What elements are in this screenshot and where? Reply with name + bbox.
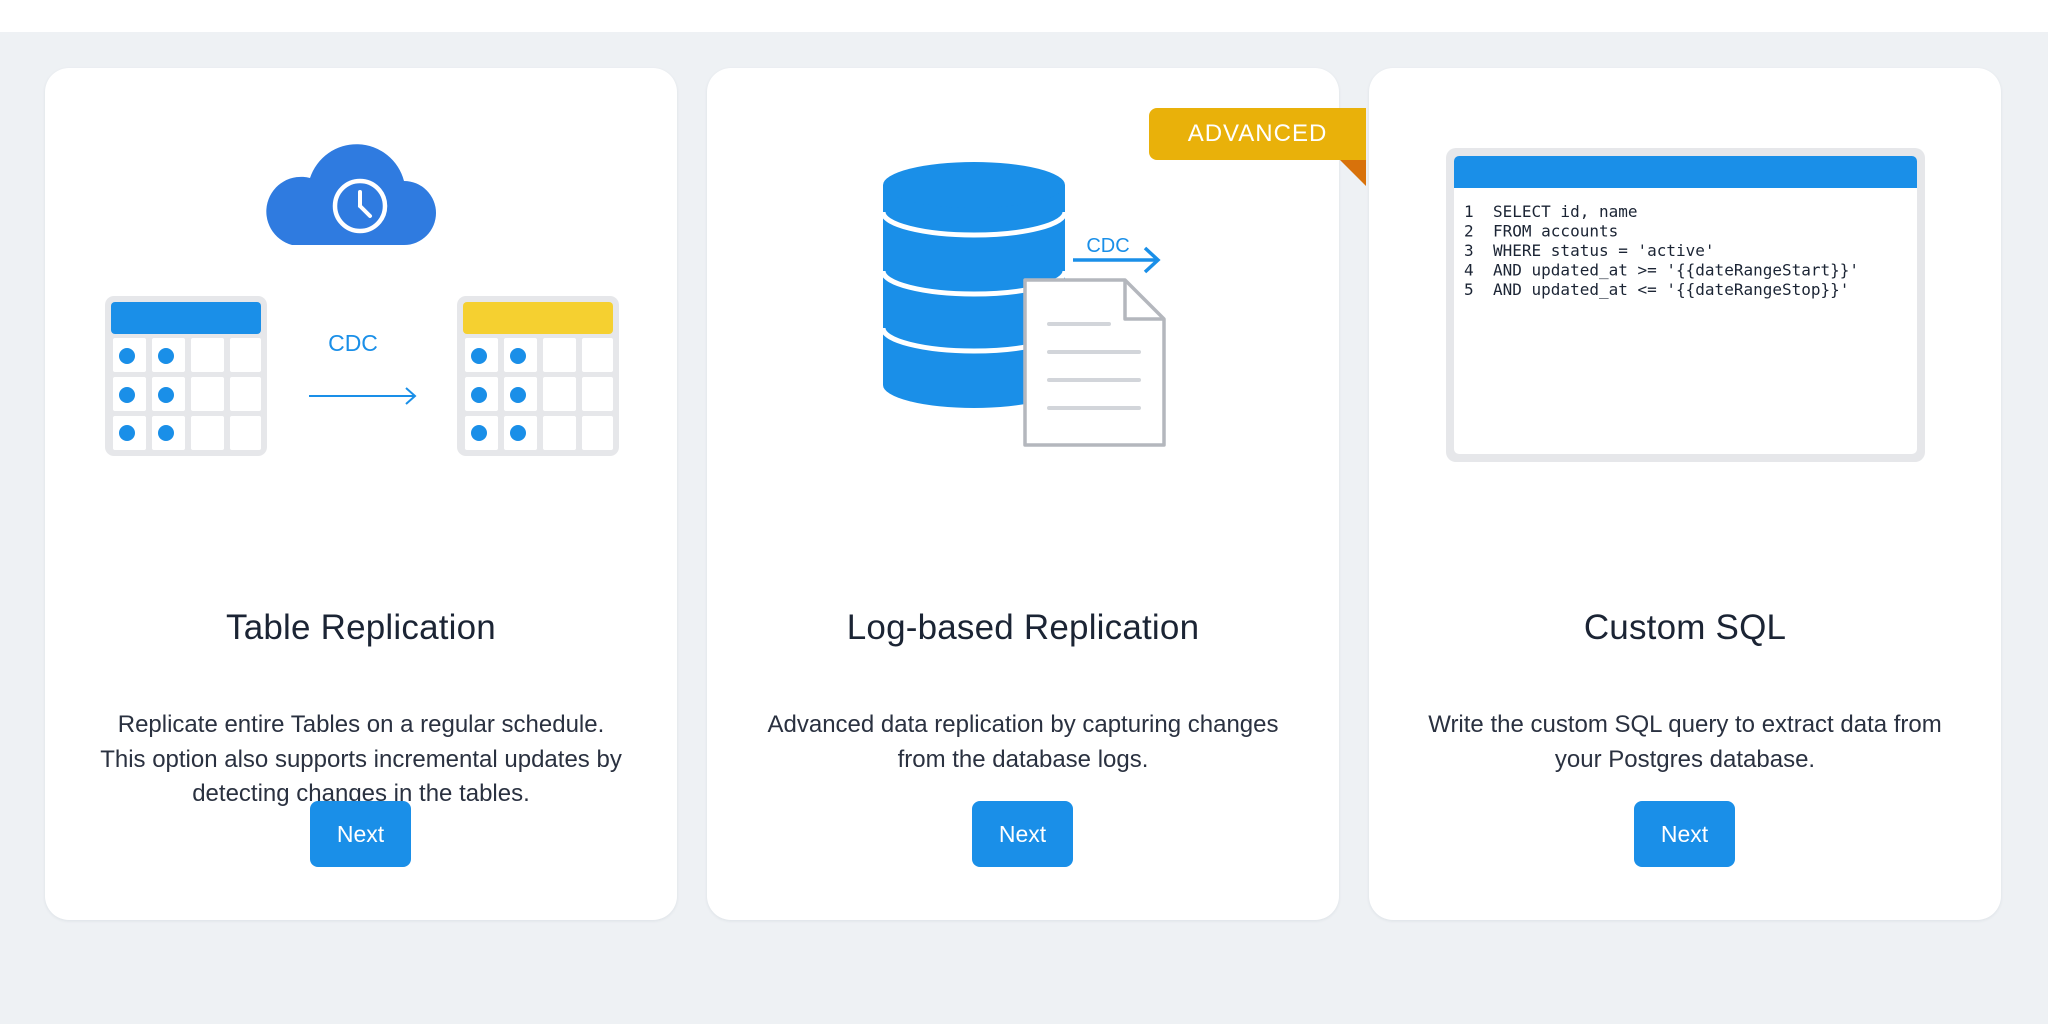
- document-icon: [1023, 278, 1166, 447]
- card-description: Write the custom SQL query to extract da…: [1428, 711, 1942, 773]
- custom-sql-card[interactable]: 1 SELECT id, name 2 FROM accounts 3 WHER…: [1369, 68, 2001, 920]
- code-line: SELECT id, name: [1493, 202, 1638, 221]
- cloud-clock-icon: [266, 144, 436, 245]
- advanced-badge: ADVANCED: [1149, 108, 1366, 160]
- cdc-label: CDC: [1086, 235, 1129, 257]
- code-line: AND updated_at <= '{{dateRangeStop}}': [1493, 280, 1849, 299]
- code-line: FROM accounts: [1493, 222, 1618, 241]
- card-description: Replicate entire Tables on a regular sch…: [100, 711, 622, 807]
- log-based-replication-card[interactable]: CDC ADVANCED Log-based Replication Advan…: [707, 68, 1366, 920]
- table-replication-card[interactable]: CDC Table Replication Replicate entire T…: [45, 68, 677, 920]
- replication-options: CDC Table Replication Replicate entire T…: [0, 0, 2048, 1024]
- code-line-number: 3: [1464, 241, 1474, 260]
- custom-sql-illustration: 1 SELECT id, name 2 FROM accounts 3 WHER…: [1446, 148, 1925, 462]
- card-title: Custom SQL: [1583, 608, 1787, 647]
- source-table-icon: [105, 296, 267, 456]
- code-line-number: 4: [1464, 261, 1474, 280]
- next-button[interactable]: Next: [1634, 801, 1735, 867]
- next-button[interactable]: Next: [310, 801, 411, 867]
- code-line-number: 1: [1464, 202, 1474, 221]
- card-description: Advanced data replication by capturing c…: [767, 711, 1279, 773]
- card-title: Table Replication: [226, 608, 496, 647]
- arrow-right-icon: [309, 387, 417, 405]
- badge-fold: [1340, 160, 1366, 186]
- table-replication-illustration: CDC: [105, 144, 619, 456]
- next-button[interactable]: Next: [972, 801, 1073, 867]
- code-line: WHERE status = 'active': [1493, 241, 1715, 260]
- code-line: AND updated_at >= '{{dateRangeStart}}': [1493, 261, 1859, 280]
- destination-table-icon: [457, 296, 619, 456]
- sql-editor-icon: [1446, 148, 1925, 462]
- cdc-label: CDC: [328, 330, 378, 356]
- card-title: Log-based Replication: [846, 608, 1200, 647]
- code-line-number: 2: [1464, 222, 1474, 241]
- code-line-number: 5: [1464, 280, 1474, 299]
